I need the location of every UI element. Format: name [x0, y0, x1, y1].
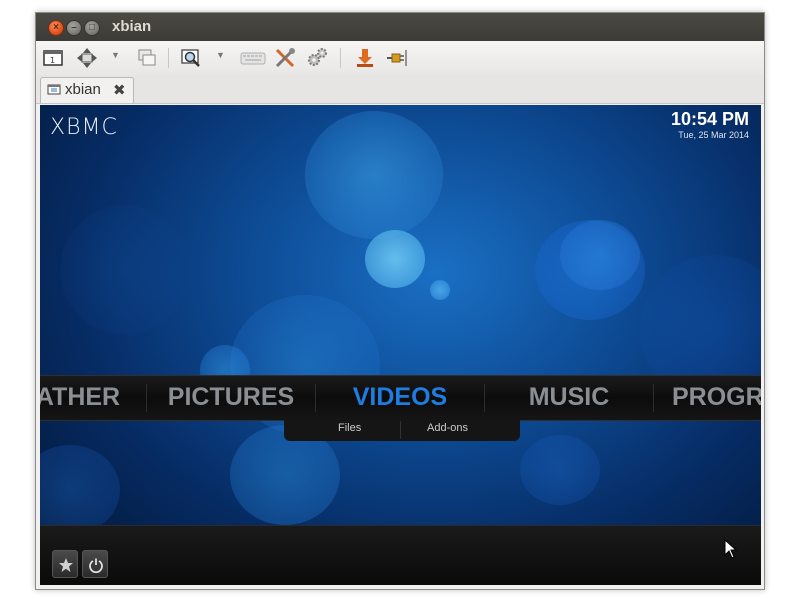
clock-time: 10:54 PM	[670, 109, 749, 129]
bokeh-light	[560, 220, 640, 290]
menu-item-pictures[interactable]: PICTURES	[147, 382, 315, 412]
menu-item-weather[interactable]: ATHER	[40, 382, 126, 412]
xbmc-logo: XBMC	[50, 115, 118, 140]
menu-item-programs[interactable]: PROGRA	[672, 382, 761, 412]
mouse-pointer-icon	[724, 539, 738, 559]
close-window-button[interactable]: ×	[48, 20, 64, 36]
zoom-dropdown-arrow-icon[interactable]: ▼	[216, 50, 225, 60]
bokeh-light	[520, 435, 600, 505]
favourites-button[interactable]	[52, 550, 78, 578]
home-menu-bar: ATHER PICTURES VIDEOS MUSIC PROGRA	[40, 375, 761, 421]
clock-date: Tue, 25 Mar 2014	[678, 130, 749, 140]
tab-close-icon[interactable]: ✖	[113, 81, 126, 99]
svg-text:1: 1	[50, 56, 55, 65]
tab-strip: xbian ✖	[36, 75, 764, 104]
minimize-window-button[interactable]: –	[66, 20, 82, 36]
windows-icon[interactable]	[136, 47, 158, 69]
zoom-icon[interactable]	[180, 47, 202, 69]
star-icon	[59, 558, 73, 572]
menu-item-videos[interactable]: VIDEOS	[316, 382, 484, 412]
submenu-separator	[400, 421, 401, 439]
plug-icon[interactable]	[386, 47, 408, 69]
remote-screen[interactable]: XBMC 10:54 PM Tue, 25 Mar 2014 ATHER PIC…	[40, 105, 761, 585]
bokeh-light	[365, 230, 425, 288]
display-icon	[47, 84, 61, 95]
keyboard-icon[interactable]	[240, 47, 266, 69]
settings-icon[interactable]	[306, 47, 328, 69]
title-bar: × – □ xbian	[36, 13, 764, 41]
minimize-icon: –	[71, 22, 77, 33]
toolbar-separator	[340, 48, 341, 68]
transfer-icon[interactable]	[354, 47, 376, 69]
bokeh-light	[40, 445, 120, 535]
maximize-window-button[interactable]: □	[84, 20, 100, 36]
app-window: × – □ xbian 1 ▼ ▼ xbian ✖ XBMC 10:54 PM …	[35, 12, 765, 590]
power-icon	[89, 558, 103, 573]
tools-icon[interactable]	[274, 47, 296, 69]
move-icon[interactable]	[76, 47, 98, 69]
videos-submenu: Files Add-ons	[284, 419, 520, 441]
move-dropdown-arrow-icon[interactable]: ▼	[111, 50, 120, 60]
clock: 10:54 PM Tue, 25 Mar 2014	[671, 109, 749, 140]
close-icon: ×	[53, 22, 59, 33]
power-button[interactable]	[82, 550, 108, 578]
bokeh-light	[430, 280, 450, 300]
maximize-icon: □	[88, 22, 96, 33]
submenu-item-add-ons[interactable]: Add-ons	[427, 422, 468, 434]
menu-separator	[653, 384, 654, 412]
bokeh-light	[305, 111, 443, 239]
screen-icon[interactable]: 1	[42, 47, 64, 69]
submenu-item-files[interactable]: Files	[338, 422, 361, 434]
tab-label: xbian	[65, 81, 101, 98]
bokeh-light	[60, 205, 190, 335]
tab-xbian[interactable]: xbian ✖	[40, 77, 134, 103]
footer-bar	[40, 525, 761, 585]
toolbar: 1 ▼ ▼	[36, 41, 764, 75]
menu-item-music[interactable]: MUSIC	[485, 382, 653, 412]
toolbar-separator	[168, 48, 169, 68]
window-title: xbian	[112, 18, 152, 35]
